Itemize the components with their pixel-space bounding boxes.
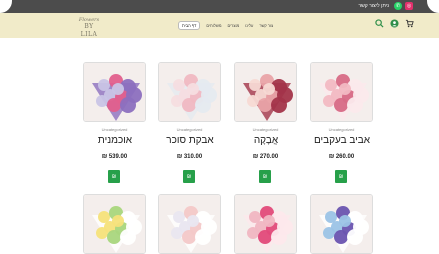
add-to-cart-button[interactable]: ₪ — [335, 170, 347, 183]
product-price: 539.00 ₪ — [101, 154, 128, 160]
product-image[interactable] — [83, 194, 146, 254]
product-image[interactable] — [158, 62, 221, 122]
instagram-icon[interactable]: ◎ — [405, 2, 413, 10]
top-bar-corner — [427, 0, 439, 13]
cart-icon[interactable] — [405, 19, 414, 28]
product-category[interactable]: Uncategorized — [158, 127, 221, 132]
site-logo[interactable]: Flowers BY LILA — [78, 17, 100, 38]
product-name[interactable]: אֲבָקָה — [226, 135, 306, 146]
top-contact-group: ◎ ✆ ניתן ליצור קשר — [358, 2, 413, 10]
top-bar: ◎ ✆ ניתן ליצור קשר — [0, 0, 439, 13]
product-image[interactable] — [83, 62, 146, 122]
product-image[interactable] — [310, 194, 373, 254]
add-to-cart-button[interactable]: ₪ — [183, 170, 195, 183]
product-category[interactable]: Uncategorized — [83, 127, 146, 132]
nav-item-shipping[interactable]: משלוחים — [206, 23, 221, 28]
product-price: 260.00 ₪ — [328, 154, 355, 160]
product-category[interactable]: Uncategorized — [234, 127, 297, 132]
add-to-cart-button[interactable]: ₪ — [108, 170, 120, 183]
product-image[interactable] — [234, 194, 297, 254]
header-icon-group — [375, 19, 414, 28]
main-nav: דף הבית משלוחים מוצרים עלינו צור קשר — [178, 21, 273, 30]
product-price: 310.00 ₪ — [176, 154, 203, 160]
product-name[interactable]: אוכמנית — [75, 135, 155, 146]
product-price: 270.00 ₪ — [252, 154, 279, 160]
product-image[interactable] — [310, 62, 373, 122]
top-bar-corner — [0, 0, 12, 13]
nav-item-products[interactable]: מוצרים — [227, 23, 239, 28]
product-category[interactable]: Uncategorized — [310, 127, 373, 132]
nav-item-contact[interactable]: צור קשר — [259, 23, 273, 28]
product-image[interactable] — [158, 194, 221, 254]
product-name[interactable]: אבקת סוכר — [150, 135, 230, 146]
nav-item-about[interactable]: עלינו — [245, 23, 253, 28]
add-to-cart-button[interactable]: ₪ — [259, 170, 271, 183]
user-icon[interactable] — [390, 19, 399, 28]
whatsapp-icon[interactable]: ✆ — [394, 2, 402, 10]
contact-text: ניתן ליצור קשר — [358, 3, 389, 9]
search-icon[interactable] — [375, 19, 384, 28]
nav-item-home[interactable]: דף הבית — [178, 21, 201, 30]
product-image[interactable] — [234, 62, 297, 122]
product-name[interactable]: אביב בעקבים — [302, 135, 382, 146]
logo-line2: BY LILA — [80, 23, 98, 38]
